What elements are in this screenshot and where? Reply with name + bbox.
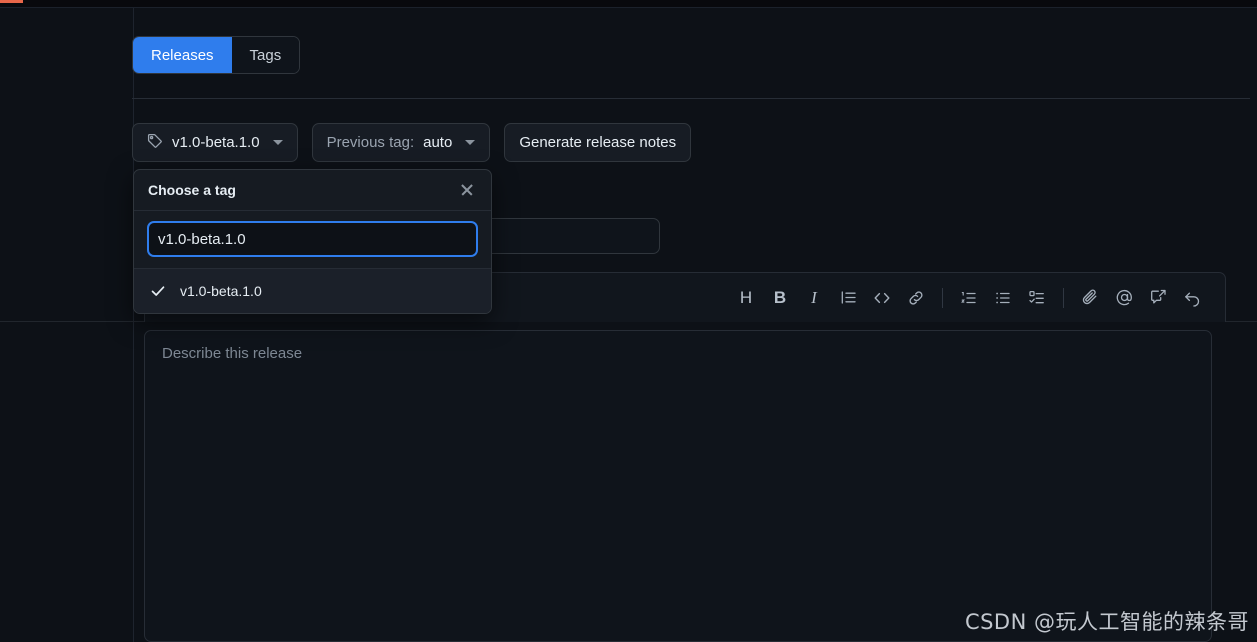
- chevron-down-icon: [465, 140, 476, 145]
- tag-search-input[interactable]: [147, 221, 478, 257]
- choose-tag-label: v1.0-beta.1.0: [172, 134, 260, 151]
- releases-page: Releases Tags v1.0-beta.1.0 Previous tag…: [0, 0, 1257, 642]
- check-icon: [150, 283, 166, 299]
- release-description-textarea[interactable]: Describe this release: [144, 330, 1212, 642]
- tab-tags[interactable]: Tags: [231, 37, 300, 73]
- list-item[interactable]: v1.0-beta.1.0: [134, 269, 491, 313]
- saved-reply-icon[interactable]: [1141, 282, 1175, 314]
- release-description-placeholder: Describe this release: [162, 345, 303, 362]
- tag-icon: [147, 133, 163, 153]
- tab-tags-label: Tags: [249, 46, 282, 64]
- undo-icon[interactable]: [1175, 282, 1209, 314]
- tab-releases-label: Releases: [151, 46, 214, 64]
- page-loading-bar: [0, 0, 23, 3]
- previous-tag-value: auto: [423, 134, 453, 151]
- task-list-icon[interactable]: [1020, 282, 1054, 314]
- chevron-down-icon: [272, 140, 283, 145]
- top-hairline: [0, 7, 1257, 8]
- popover-title: Choose a tag: [148, 182, 236, 198]
- list-item-label: v1.0-beta.1.0: [180, 283, 262, 299]
- attach-file-icon[interactable]: [1073, 282, 1107, 314]
- link-icon[interactable]: [899, 282, 933, 314]
- generate-release-notes-label: Generate release notes: [519, 134, 677, 151]
- unordered-list-icon[interactable]: [986, 282, 1020, 314]
- toolbar-separator: [1063, 287, 1064, 308]
- csdn-watermark: CSDN @玩人工智能的辣条哥: [964, 610, 1249, 634]
- popover-header: Choose a tag: [134, 170, 491, 211]
- italic-icon[interactable]: I: [797, 282, 831, 314]
- release-action-row: v1.0-beta.1.0 Previous tag: auto Generat…: [132, 123, 692, 162]
- tab-releases[interactable]: Releases: [133, 37, 232, 73]
- code-icon[interactable]: [865, 282, 899, 314]
- bold-icon[interactable]: B: [763, 282, 797, 314]
- left-rail-divider: [133, 8, 134, 642]
- popover-field-wrap: [134, 211, 491, 269]
- heading-icon[interactable]: H: [729, 282, 763, 314]
- close-icon[interactable]: [457, 180, 477, 200]
- header-divider: [132, 98, 1250, 99]
- releases-tabs: Releases Tags: [132, 36, 301, 74]
- toolbar-separator: [942, 287, 943, 308]
- generate-release-notes-button[interactable]: Generate release notes: [504, 123, 692, 162]
- ordered-list-icon[interactable]: [952, 282, 986, 314]
- previous-tag-button[interactable]: Previous tag: auto: [311, 123, 491, 162]
- choose-tag-button[interactable]: v1.0-beta.1.0: [132, 123, 298, 162]
- choose-tag-popover: Choose a tag v1.0-beta.1.0: [133, 169, 492, 314]
- previous-tag-prefix: Previous tag:: [326, 134, 415, 151]
- mention-icon[interactable]: [1107, 282, 1141, 314]
- quote-icon[interactable]: [831, 282, 865, 314]
